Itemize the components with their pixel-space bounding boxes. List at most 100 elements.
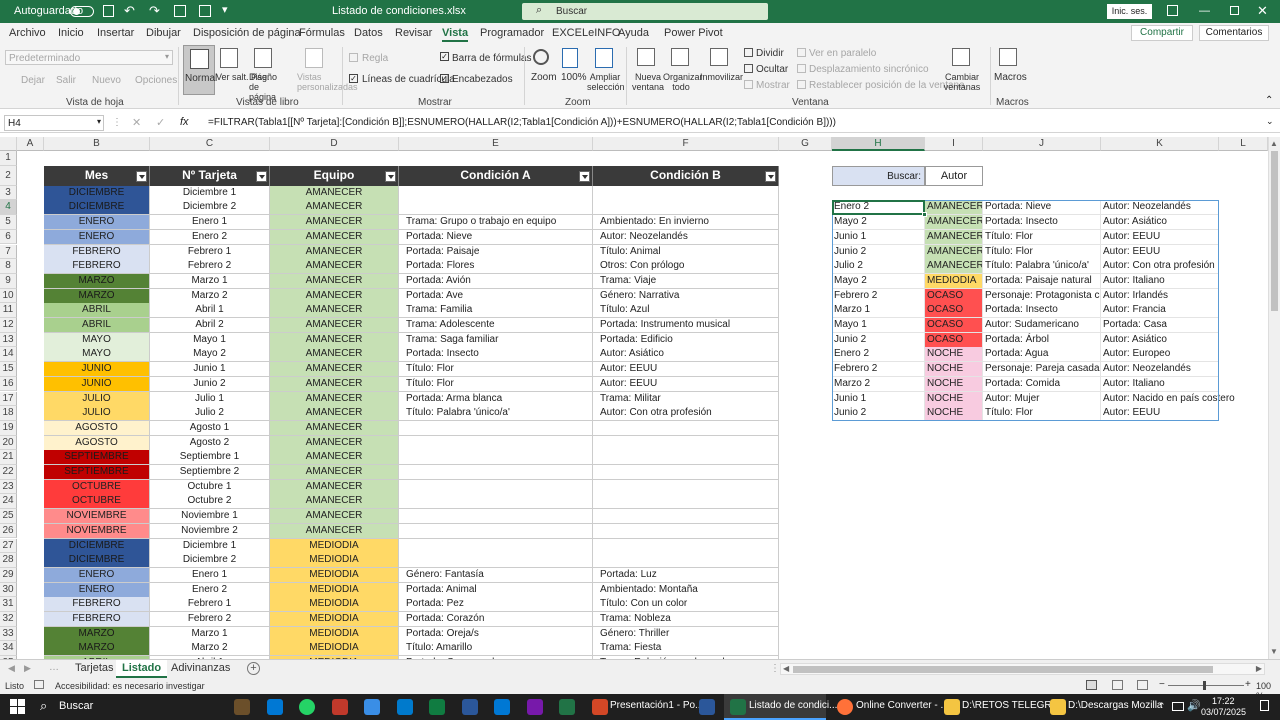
clock-date[interactable]: 03/07/2025 bbox=[1201, 707, 1246, 717]
table-cell[interactable]: ENERO bbox=[44, 215, 150, 231]
table-cell[interactable]: MAYO bbox=[44, 332, 150, 348]
sheet-tab-tarjetas[interactable]: Tarjetas bbox=[75, 662, 114, 674]
row-header[interactable]: 28 bbox=[0, 553, 17, 568]
folder-icon[interactable] bbox=[944, 699, 960, 715]
table-cell[interactable] bbox=[399, 494, 593, 510]
autosave-toggle[interactable] bbox=[70, 6, 94, 17]
hide-icon[interactable] bbox=[744, 64, 753, 73]
table-cell[interactable]: Portada: Edificio bbox=[593, 332, 779, 348]
table-cell[interactable]: JUNIO bbox=[44, 376, 150, 392]
undo-icon[interactable]: ↶ bbox=[124, 3, 135, 19]
result-cell[interactable]: Título: Flor bbox=[983, 244, 1101, 260]
table-cell[interactable]: Trama: Viaje bbox=[593, 273, 779, 289]
result-cell[interactable]: Mayo 2 bbox=[832, 215, 925, 231]
table-cell[interactable]: FEBRERO bbox=[44, 597, 150, 613]
row-header[interactable]: 12 bbox=[0, 318, 17, 333]
table-cell[interactable]: Portada: Pez bbox=[399, 597, 593, 613]
table-cell[interactable]: Portada: Corazón bbox=[399, 612, 593, 627]
app-icon[interactable] bbox=[462, 699, 478, 715]
table-cell[interactable] bbox=[593, 553, 779, 569]
page-break-view-button[interactable]: Ver salt. Pág. bbox=[216, 45, 270, 95]
table-cell[interactable] bbox=[399, 435, 593, 451]
arrange-all-button[interactable]: Organizar todo bbox=[663, 45, 703, 95]
table-cell[interactable] bbox=[399, 538, 593, 554]
table-icon[interactable] bbox=[174, 5, 186, 17]
result-cell[interactable]: AMANECER bbox=[925, 259, 983, 275]
new-view-button[interactable]: Nuevo bbox=[92, 75, 121, 86]
new-window-button[interactable]: Nueva ventana bbox=[630, 45, 664, 95]
save-icon[interactable] bbox=[103, 5, 114, 17]
table-cell[interactable]: Portada: Luz bbox=[593, 567, 779, 583]
table-cell[interactable]: Otros: Con prólogo bbox=[593, 259, 779, 275]
result-cell[interactable]: Junio 2 bbox=[832, 244, 925, 260]
table-cell[interactable]: Octubre 1 bbox=[150, 479, 270, 495]
tab-ayuda[interactable]: Ayuda bbox=[618, 27, 649, 39]
clock-time[interactable]: 17:22 bbox=[1212, 696, 1235, 706]
taskbar-search[interactable]: Buscar bbox=[59, 700, 93, 712]
filter-dropdown-icon[interactable] bbox=[765, 170, 776, 182]
taskbar-search-icon[interactable]: ⌕ bbox=[40, 698, 47, 714]
table-cell[interactable]: JUNIO bbox=[44, 362, 150, 378]
result-cell[interactable]: OCASO bbox=[925, 332, 983, 348]
result-cell[interactable]: Portada: Casa bbox=[1101, 318, 1219, 333]
macros-button[interactable]: Macros bbox=[993, 45, 1027, 95]
column-header-i[interactable]: I bbox=[925, 137, 983, 151]
column-header-c[interactable]: C bbox=[150, 137, 270, 151]
tab-dibujar[interactable]: Dibujar bbox=[146, 27, 181, 39]
table-cell[interactable]: ABRIL bbox=[44, 318, 150, 333]
row-header[interactable]: 30 bbox=[0, 582, 17, 598]
form-icon[interactable] bbox=[199, 5, 211, 17]
ruler-checkbox[interactable] bbox=[349, 53, 358, 62]
row-header[interactable]: 25 bbox=[0, 509, 17, 524]
table-cell[interactable] bbox=[399, 523, 593, 539]
table-cell[interactable]: Trama: Adolescente bbox=[399, 318, 593, 333]
row-header[interactable]: 6 bbox=[0, 229, 17, 245]
table-cell[interactable]: Julio 2 bbox=[150, 406, 270, 422]
table-cell[interactable]: Enero 1 bbox=[150, 567, 270, 583]
switch-windows-button[interactable]: Cambiar ventanas bbox=[940, 45, 984, 95]
table-cell[interactable]: NOVIEMBRE bbox=[44, 509, 150, 525]
table-header[interactable]: Equipo bbox=[270, 165, 399, 186]
result-cell[interactable]: Marzo 2 bbox=[832, 376, 925, 392]
select-all-corner[interactable] bbox=[0, 137, 17, 151]
sync-scroll-button[interactable]: Desplazamiento sincrónico bbox=[809, 64, 929, 75]
table-cell[interactable]: Septiembre 1 bbox=[150, 450, 270, 466]
result-cell[interactable]: NOCHE bbox=[925, 362, 983, 378]
table-cell[interactable]: Noviembre 1 bbox=[150, 509, 270, 525]
result-cell[interactable]: Autor: EEUU bbox=[1101, 406, 1219, 422]
result-cell[interactable]: Portada: Nieve bbox=[983, 200, 1101, 216]
unhide-button[interactable]: Mostrar bbox=[756, 80, 790, 91]
table-cell[interactable]: AMANECER bbox=[270, 318, 399, 333]
collapse-ribbon-icon[interactable]: ⌃ bbox=[1265, 95, 1273, 106]
row-header[interactable]: 31 bbox=[0, 597, 17, 612]
table-cell[interactable]: Portada: Arma blanca bbox=[399, 391, 593, 407]
macro-record-icon[interactable] bbox=[34, 680, 44, 689]
table-cell[interactable] bbox=[399, 465, 593, 480]
enter-icon[interactable]: ✓ bbox=[156, 116, 165, 129]
table-cell[interactable]: FEBRERO bbox=[44, 259, 150, 275]
vertical-scrollbar[interactable]: ▲ ▼ bbox=[1268, 137, 1280, 659]
notifications-icon[interactable] bbox=[1260, 700, 1269, 711]
table-cell[interactable]: AMANECER bbox=[270, 450, 399, 466]
table-cell[interactable]: AMANECER bbox=[270, 259, 399, 275]
tray-chevron-icon[interactable]: ⌃ bbox=[1158, 701, 1166, 712]
sheet-view-dropdown[interactable]: Predeterminado ▾ bbox=[5, 50, 173, 65]
more-sheets-icon[interactable]: … bbox=[49, 662, 59, 673]
column-header-j[interactable]: J bbox=[983, 137, 1101, 151]
result-cell[interactable]: Título: Flor bbox=[983, 229, 1101, 245]
table-cell[interactable]: Enero 2 bbox=[150, 582, 270, 598]
table-cell[interactable]: Ambientado: Montaña bbox=[593, 582, 779, 598]
table-cell[interactable]: Portada: Ave bbox=[399, 288, 593, 304]
firefox-icon[interactable] bbox=[837, 699, 853, 715]
table-cell[interactable]: OCTUBRE bbox=[44, 479, 150, 495]
result-cell[interactable]: Autor: Italiano bbox=[1101, 376, 1219, 392]
table-cell[interactable]: Febrero 1 bbox=[150, 244, 270, 260]
formula-bar-checkbox[interactable]: ✓ bbox=[440, 52, 449, 61]
table-header[interactable]: Nº Tarjeta bbox=[150, 165, 270, 186]
excel-icon[interactable] bbox=[730, 699, 746, 715]
volume-icon[interactable]: 🔊 bbox=[1187, 699, 1201, 712]
prev-sheet-icon[interactable]: ◀ bbox=[8, 663, 15, 674]
table-cell[interactable]: Agosto 2 bbox=[150, 435, 270, 451]
table-cell[interactable]: Portada: Paisaje bbox=[399, 244, 593, 260]
result-cell[interactable]: Autor: Asiático bbox=[1101, 215, 1219, 231]
